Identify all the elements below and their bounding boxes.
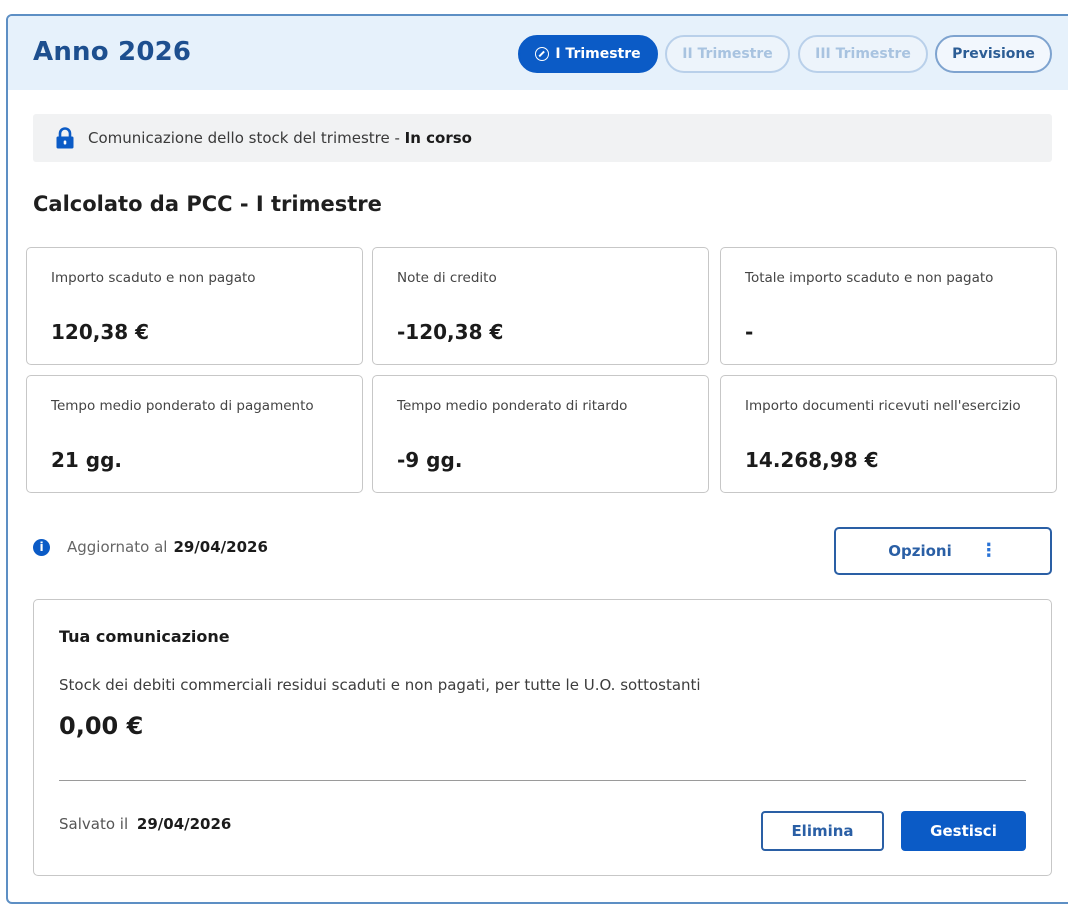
card-value: 120,38 € <box>51 320 150 344</box>
card-label: Totale importo scaduto e non pagato <box>745 270 994 286</box>
card-label: Tempo medio ponderato di pagamento <box>51 398 314 414</box>
card-label: Note di credito <box>397 270 497 286</box>
check-circle-icon <box>535 47 550 61</box>
update-label: Aggiornato al <box>67 538 168 556</box>
card-label: Tempo medio ponderato di ritardo <box>397 398 628 414</box>
status-bar: Comunicazione dello stock del trimestre … <box>33 114 1052 162</box>
card-value: -120,38 € <box>397 320 504 344</box>
tab-i-trimestre[interactable]: I Trimestre <box>518 35 658 73</box>
status-separator: - <box>389 129 405 147</box>
saved-info: Salvato il 29/04/2026 <box>59 815 231 833</box>
status-state: In corso <box>404 129 472 147</box>
communication-value: 0,00 € <box>59 712 144 740</box>
card-documenti-ricevuti: Importo documenti ricevuti nell'esercizi… <box>720 375 1057 493</box>
communication-description: Stock dei debiti commerciali residui sca… <box>59 676 701 694</box>
card-label: Importo scaduto e non pagato <box>51 270 256 286</box>
card-tempo-pagamento: Tempo medio ponderato di pagamento 21 gg… <box>26 375 363 493</box>
options-button[interactable]: Opzioni ⋮ <box>834 527 1052 575</box>
saved-date: 29/04/2026 <box>136 815 232 833</box>
card-label: Importo documenti ricevuti nell'esercizi… <box>745 398 1021 414</box>
section-title: Calcolato da PCC - I trimestre <box>33 192 382 216</box>
update-info: i Aggiornato al 29/04/2026 <box>33 538 268 556</box>
card-totale-importo: Totale importo scaduto e non pagato - <box>720 247 1057 365</box>
tab-label: I Trimestre <box>555 46 641 62</box>
tab-label: Previsione <box>952 46 1035 62</box>
divider <box>59 780 1026 781</box>
options-label: Opzioni <box>888 542 952 560</box>
communication-panel: Tua comunicazione Stock dei debiti comme… <box>33 599 1052 876</box>
card-value: 21 gg. <box>51 448 123 472</box>
update-date: 29/04/2026 <box>173 538 268 556</box>
year-title: Anno 2026 <box>33 37 192 67</box>
tab-label: II Trimestre <box>682 46 773 62</box>
communication-title: Tua comunicazione <box>59 627 230 646</box>
saved-label: Salvato il <box>59 815 129 833</box>
status-text: Comunicazione dello stock del trimestre … <box>88 129 472 147</box>
tab-label: III Trimestre <box>815 46 911 62</box>
lock-icon <box>56 127 74 149</box>
card-value: 14.268,98 € <box>745 448 879 472</box>
info-icon: i <box>33 538 50 556</box>
status-message: Comunicazione dello stock del trimestre <box>88 129 390 147</box>
card-tempo-ritardo: Tempo medio ponderato di ritardo -9 gg. <box>372 375 709 493</box>
card-importo-scaduto: Importo scaduto e non pagato 120,38 € <box>26 247 363 365</box>
tab-previsione[interactable]: Previsione <box>935 35 1052 73</box>
tab-ii-trimestre[interactable]: II Trimestre <box>665 35 790 73</box>
kebab-menu-icon: ⋮ <box>979 540 998 561</box>
delete-button[interactable]: Elimina <box>761 811 884 851</box>
card-value: - <box>745 320 754 344</box>
card-value: -9 gg. <box>397 448 463 472</box>
manage-button[interactable]: Gestisci <box>901 811 1026 851</box>
tab-iii-trimestre[interactable]: III Trimestre <box>798 35 928 73</box>
card-note-credito: Note di credito -120,38 € <box>372 247 709 365</box>
